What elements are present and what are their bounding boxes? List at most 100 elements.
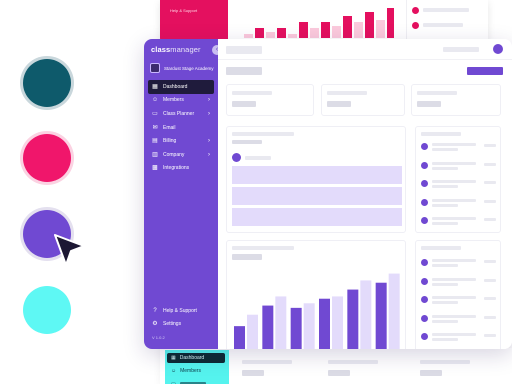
- chart-bar: [332, 26, 341, 38]
- sidebar-item-label: Members: [163, 97, 184, 104]
- placeholder-line: [421, 132, 461, 136]
- placeholder-line: [417, 101, 441, 107]
- nav-label: Members: [180, 368, 201, 374]
- highlight-row[interactable]: [232, 187, 402, 205]
- placeholder-line: [432, 314, 476, 318]
- placeholder-line: [484, 315, 496, 319]
- placeholder-line: [432, 296, 476, 299]
- chart-bar[interactable]: [388, 273, 400, 349]
- list-bullet: [412, 7, 419, 14]
- placeholder-line: [232, 101, 256, 107]
- placeholder-line: [432, 277, 476, 281]
- placeholder-line: [484, 278, 496, 282]
- chart-bar[interactable]: [332, 296, 343, 349]
- chart-bar[interactable]: [347, 289, 359, 349]
- gear-icon: ⚙: [152, 321, 158, 328]
- placeholder-line: [432, 143, 476, 146]
- chart-bar[interactable]: [290, 307, 302, 349]
- primary-action-button[interactable]: [467, 67, 503, 75]
- brand-logo[interactable]: classmanager: [151, 45, 201, 54]
- stat-card[interactable]: [321, 84, 405, 116]
- chevron-right-icon: ›: [208, 151, 210, 158]
- sidebar-item-label: Help & Support: [163, 307, 197, 314]
- stat-card[interactable]: [226, 84, 314, 116]
- sidebar-item-class-planner[interactable]: ▭ Class Planner ›: [148, 107, 214, 121]
- chart-bar[interactable]: [275, 296, 287, 349]
- pink-color-swatch[interactable]: [23, 134, 71, 182]
- calendar-icon: ▭: [152, 110, 158, 117]
- sidebar-item-company[interactable]: ▥ Company ›: [148, 148, 214, 162]
- list-item-avatar: [421, 333, 428, 340]
- aqua-color-swatch[interactable]: [23, 286, 71, 334]
- chart-bar: [299, 22, 308, 38]
- sidebar-item-billing[interactable]: ▤ Billing ›: [148, 134, 214, 148]
- placeholder-line: [432, 222, 458, 225]
- sidebar-item-label: Class Planner: [163, 110, 195, 117]
- chart-bar: [310, 28, 319, 38]
- placeholder-line: [432, 338, 458, 341]
- sidebar-item-label: Dashboard: [163, 83, 188, 90]
- page-title-placeholder: [226, 46, 262, 54]
- academy-switcher[interactable]: Stardust Stage Academy: [150, 63, 214, 73]
- academy-name: Stardust Stage Academy: [164, 65, 214, 71]
- chart-bar[interactable]: [247, 314, 258, 349]
- stat-card[interactable]: [411, 84, 501, 116]
- chart-bar[interactable]: [360, 280, 372, 349]
- placeholder-line: [484, 260, 496, 263]
- placeholder-line: [232, 254, 262, 260]
- sidebar: classmanager ‹ Stardust Stage Academy ▦ D…: [144, 39, 222, 349]
- placeholder-line: [423, 23, 463, 27]
- list-item-avatar: [421, 161, 428, 169]
- dashboard-content: [218, 39, 512, 349]
- placeholder-line: [432, 166, 458, 170]
- chart-bar[interactable]: [234, 326, 245, 349]
- chart-bar[interactable]: [319, 298, 330, 349]
- aqua-nav-class-planner[interactable]: ▭: [167, 379, 225, 384]
- chart-bar[interactable]: [262, 305, 274, 349]
- placeholder-line: [423, 8, 469, 12]
- app-version: V 1.0.2: [152, 335, 165, 340]
- placeholder-line: [417, 91, 457, 95]
- chart-bar: [288, 34, 297, 38]
- chart-bar: [266, 32, 275, 38]
- header-divider: [218, 59, 512, 60]
- chart-bar[interactable]: [303, 303, 315, 349]
- sidebar-item-dashboard[interactable]: ▦ Dashboard: [148, 80, 214, 94]
- sidebar-item-settings[interactable]: ⚙ Settings: [148, 318, 214, 332]
- help-support-label: Help & Support: [170, 8, 198, 13]
- sidebar-item-email[interactable]: ✉ Email: [148, 121, 214, 135]
- sidebar-item-members[interactable]: ☺ Members ›: [148, 94, 214, 108]
- members-list-card: [415, 240, 501, 349]
- aqua-nav-dashboard[interactable]: ▦ Dashboard: [167, 353, 225, 363]
- placeholder-line: [242, 360, 292, 364]
- pink-sidebar-preview: Help & Support: [160, 0, 228, 44]
- list-item-avatar: [421, 277, 428, 285]
- placeholder-line: [432, 161, 476, 165]
- placeholder-line: [484, 199, 496, 203]
- dashboard-window: classmanager ‹ Stardust Stage Academy ▦ D…: [144, 39, 512, 349]
- user-avatar[interactable]: [493, 44, 503, 54]
- teal-color-swatch[interactable]: [23, 59, 71, 107]
- list-item-avatar: [421, 217, 428, 224]
- highlight-row[interactable]: [232, 166, 402, 184]
- placeholder-line: [327, 101, 351, 107]
- placeholder-line: [484, 297, 496, 300]
- list-item-avatar: [421, 259, 428, 266]
- cursor-pointer-icon: [54, 234, 85, 266]
- company-icon: ▥: [152, 151, 158, 158]
- members-icon: ☺: [152, 97, 159, 104]
- sidebar-item-help[interactable]: ? Help & Support: [148, 304, 214, 318]
- aqua-nav-members[interactable]: ☺ Members: [167, 366, 225, 376]
- sidebar-item-integrations[interactable]: ▩ Integrations: [148, 162, 214, 176]
- chart-bar[interactable]: [375, 282, 387, 349]
- sidebar-item-label: Billing: [163, 138, 177, 145]
- placeholder-line: [232, 91, 272, 95]
- placeholder-line: [432, 148, 458, 151]
- highlight-row[interactable]: [232, 208, 402, 226]
- placeholder-line: [484, 162, 496, 166]
- sidebar-item-label: Email: [163, 124, 176, 131]
- placeholder-line: [232, 246, 294, 250]
- members-icon: ☺: [171, 368, 177, 374]
- placeholder-line: [245, 156, 271, 160]
- billing-icon: ▤: [152, 138, 158, 145]
